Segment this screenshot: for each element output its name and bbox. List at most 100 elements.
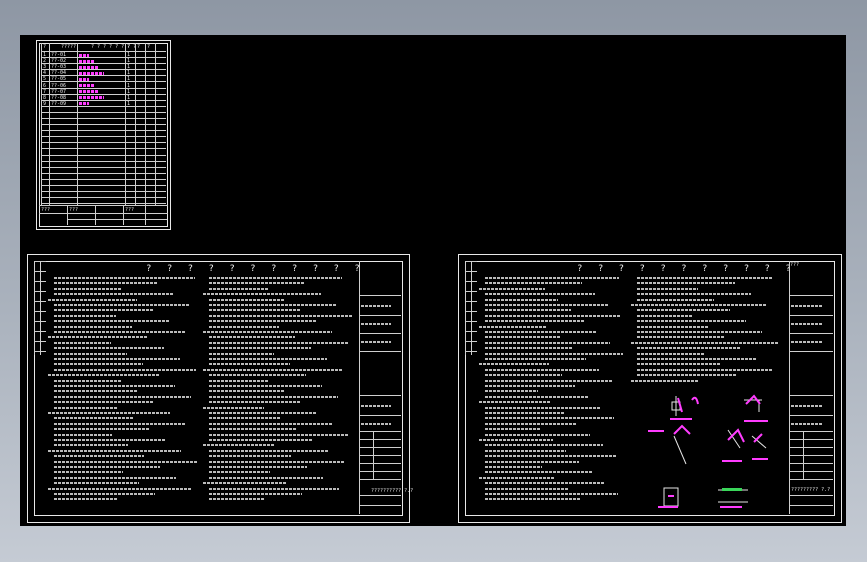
table-line — [41, 191, 166, 192]
table-line — [123, 205, 124, 225]
title-block-line — [789, 295, 833, 296]
title-block-line — [359, 431, 401, 432]
strip-line — [465, 291, 477, 292]
note-line — [54, 498, 118, 501]
note-line — [203, 482, 286, 485]
note-line — [485, 498, 581, 501]
title-block-line — [789, 351, 833, 352]
cad-model-space[interactable]: ??????? ? ? ? ? ? ? ???? 1 ??-01 1 2 ??-02 1 3… — [20, 35, 846, 526]
title-block-line — [803, 431, 804, 479]
note-line — [54, 368, 196, 371]
strip-line — [465, 261, 477, 262]
note-line — [209, 455, 291, 458]
title-block-line — [789, 315, 833, 316]
title-block-line — [359, 295, 401, 296]
table-line — [41, 106, 166, 107]
title-block-line — [789, 455, 833, 456]
table-line — [41, 112, 166, 113]
note-line — [209, 487, 339, 490]
note-line — [485, 341, 610, 344]
note-line — [485, 406, 601, 409]
drawing-list-footer-cell: ??? — [125, 207, 135, 213]
note-line — [631, 379, 699, 382]
table-line — [41, 136, 166, 137]
table-line — [67, 219, 167, 220]
note-line — [209, 449, 328, 452]
note-line — [637, 374, 736, 377]
drawing-list-header-cell: ? — [137, 44, 141, 50]
note-line — [54, 341, 111, 344]
table-line — [41, 75, 166, 76]
note-line — [54, 401, 154, 404]
note-line — [637, 325, 709, 328]
table-line — [67, 205, 68, 225]
note-line — [54, 282, 158, 285]
title-block-line — [789, 463, 833, 464]
note-line — [485, 487, 568, 490]
note-line — [485, 428, 540, 431]
note-line — [54, 325, 132, 328]
note-line — [485, 347, 573, 350]
table-line — [41, 88, 166, 89]
strip-line — [465, 271, 477, 272]
note-line — [485, 368, 599, 371]
note-line — [54, 347, 164, 350]
design-notes-sheet-left[interactable]: ? ? ? ? ? ? ? ? ? ? ? ?????????? ?.? — [27, 254, 413, 523]
title-block-text — [791, 341, 823, 343]
table-line — [41, 173, 166, 174]
note-line — [209, 320, 316, 323]
table-line — [41, 94, 166, 95]
title-block-line — [359, 505, 401, 506]
note-line — [209, 466, 307, 468]
title-block-line — [789, 395, 833, 396]
drawing-list-sheet[interactable]: ??????? ? ? ? ? ? ? ???? 1 ??-01 1 2 ??-02 1 3… — [36, 40, 171, 230]
strip-line — [465, 351, 477, 352]
title-block-line — [373, 431, 374, 479]
design-notes-sheet-right[interactable]: ? ? ? ? ? ? ? ? ? ? ? ??? ????????? ?.? — [458, 254, 842, 523]
table-line — [41, 51, 166, 52]
drawing-list-header-cell: ? — [43, 44, 47, 50]
note-line — [485, 493, 618, 495]
table-line — [145, 205, 146, 225]
title-block-line — [359, 455, 401, 456]
note-line — [637, 358, 757, 360]
note-line — [485, 466, 542, 468]
note-line — [203, 444, 275, 447]
note-line — [54, 395, 191, 398]
sheet-right-footer: ????????? ?.? — [791, 487, 831, 493]
note-line — [485, 422, 577, 425]
note-line — [637, 282, 735, 285]
note-line — [203, 331, 332, 333]
note-line — [54, 309, 153, 312]
table-line — [41, 179, 166, 180]
note-line — [637, 347, 741, 350]
table-line — [41, 203, 166, 204]
note-line — [485, 482, 605, 485]
title-block-line — [359, 415, 401, 416]
note-line — [209, 341, 348, 344]
title-block-line — [359, 333, 401, 334]
title-block-line — [789, 479, 833, 480]
note-line — [54, 379, 122, 382]
note-line — [209, 287, 268, 290]
note-line — [637, 336, 725, 339]
strip-line — [34, 331, 46, 332]
note-line — [485, 433, 590, 436]
note-line — [54, 352, 127, 355]
note-line — [54, 439, 165, 441]
note-line — [209, 336, 295, 339]
note-line — [485, 358, 586, 360]
note-line — [54, 331, 185, 333]
table-line — [41, 118, 166, 119]
title-block-text — [791, 323, 823, 325]
table-line — [39, 205, 168, 206]
title-block-line — [359, 447, 401, 448]
note-line — [209, 277, 342, 279]
note-line — [54, 304, 190, 306]
sheet-left-title: ? ? ? ? ? ? ? ? ? ? ? — [146, 264, 365, 274]
table-line — [41, 81, 166, 82]
note-line — [54, 390, 138, 393]
table-line — [41, 161, 166, 162]
note-line — [48, 449, 181, 452]
strip-line — [465, 311, 477, 312]
